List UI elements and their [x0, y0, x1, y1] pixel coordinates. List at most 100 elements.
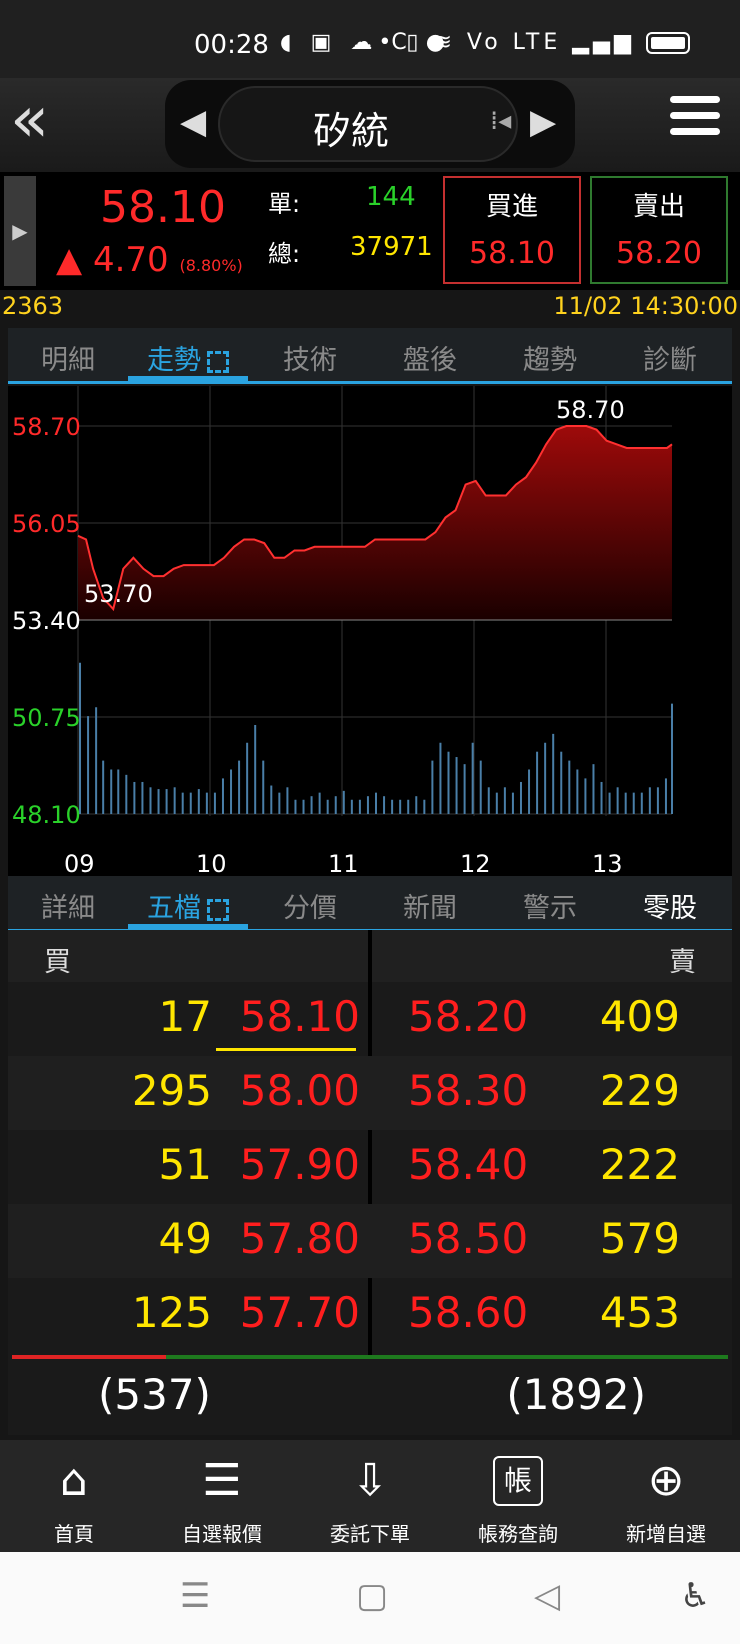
buy-price: 58.10 — [469, 236, 555, 271]
change-value: ▲ 4.70 — [56, 240, 169, 280]
bid-ratio-bar — [12, 1355, 166, 1359]
next-stock-icon[interactable]: ▶ — [530, 102, 556, 142]
single-volume-label: 單: — [268, 190, 301, 218]
tab-five-levels-label: 五檔 — [147, 893, 201, 924]
x-tick-label: 09 — [64, 850, 95, 876]
high-price-label: 58.70 — [556, 396, 625, 424]
nav-add-watchlist[interactable]: ⊕ 新增自選 — [592, 1440, 740, 1552]
chart-svg: 58.70 56.05 53.40 50.75 48.10 09 10 11 12 13 58.70… — [12, 386, 673, 878]
tab-details[interactable]: 明細 — [8, 338, 128, 377]
bottom-navigation: ⌂ 首頁 ☰ 自選報價 ⇩ 委託下單 帳 帳務查詢 ⊕ 新增自選 — [0, 1440, 740, 1552]
fullscreen-icon[interactable] — [207, 350, 229, 373]
order-book-row[interactable]: 49 57.80 58.50 579 — [8, 1204, 732, 1278]
tab-after-hours[interactable]: 盤後 — [370, 338, 490, 377]
change-percent: (8.80%) — [179, 256, 243, 275]
accessibility-icon[interactable]: ♿ — [680, 1576, 710, 1616]
buy-button[interactable]: 買進 58.10 — [443, 176, 581, 284]
active-tab-indicator — [128, 924, 248, 929]
x-tick-label: 12 — [460, 850, 491, 876]
y-tick-label: 53.40 — [12, 607, 81, 635]
quote-tabs: 詳細 五檔 分價 新聞 警示 零股 — [8, 876, 732, 932]
account-icon: 帳 — [493, 1456, 543, 1506]
drag-handle-icon[interactable]: ⁞◂ — [490, 106, 511, 136]
recent-apps-icon[interactable]: ☰ — [180, 1576, 210, 1616]
bid-price: 57.70 — [239, 1288, 360, 1337]
y-tick-label: 50.75 — [12, 704, 81, 732]
ask-qty: 229 — [599, 1066, 680, 1115]
tab-odd-lot[interactable]: 零股 — [610, 886, 730, 925]
tab-news[interactable]: 新聞 — [370, 886, 490, 925]
ask-qty: 222 — [599, 1140, 680, 1189]
quote-header: ▶ 58.10 ▲ 4.70 (8.80%) 單: 144 總: 37971 買… — [0, 172, 740, 290]
tab-trends[interactable]: 趨勢 — [490, 338, 610, 377]
app-screen: 00:28 ◖ ▣ ☁ C ● • ▯ ≋ Vo LTE ▂▄▆ « ◀ 矽統 … — [0, 0, 740, 1644]
order-book: 買 賣 17 58.10 58.20 409 295 58.00 58.30 2… — [8, 930, 732, 1435]
order-icon: ⇩ — [351, 1455, 389, 1506]
nav-home[interactable]: ⌂ 首頁 — [0, 1440, 148, 1552]
ask-qty: 409 — [599, 992, 680, 1041]
buy-label: 買進 — [485, 192, 538, 222]
bid-qty: 125 — [131, 1288, 212, 1337]
order-book-row[interactable]: 17 58.10 58.20 409 — [8, 982, 732, 1056]
tab-alerts[interactable]: 警示 — [490, 886, 610, 925]
signal-icon: • ▯ ≋ Vo LTE ▂▄▆ — [378, 30, 635, 55]
sell-price: 58.20 — [616, 236, 702, 271]
back-double-chevron-icon[interactable]: « — [10, 88, 80, 158]
watchlist-icon: ☰ — [202, 1455, 242, 1506]
y-tick-label: 56.05 — [12, 510, 81, 538]
tab-five-levels[interactable]: 五檔 — [128, 886, 248, 925]
prev-stock-icon[interactable]: ◀ — [180, 102, 206, 142]
y-tick-label: 48.10 — [12, 801, 81, 829]
ask-price: 58.20 — [408, 992, 529, 1041]
nav-account[interactable]: 帳 帳務查詢 — [444, 1440, 592, 1552]
nav-add-watchlist-label: 新增自選 — [626, 1522, 706, 1546]
tab-price-volume[interactable]: 分價 — [250, 886, 370, 925]
nav-account-label: 帳務查詢 — [478, 1522, 558, 1546]
chart-tabs: 明細 走勢 技術 盤後 趨勢 診斷 — [8, 328, 732, 384]
hamburger-menu-icon[interactable] — [670, 96, 720, 146]
system-status-icons: • ▯ ≋ Vo LTE ▂▄▆ — [378, 30, 690, 55]
bid-qty: 295 — [131, 1066, 212, 1115]
tab-trend-label: 走勢 — [147, 345, 201, 376]
sell-label: 賣出 — [632, 192, 685, 222]
bid-qty: 17 — [158, 992, 212, 1041]
y-tick-label: 58.70 — [12, 413, 81, 441]
sell-button[interactable]: 賣出 58.20 — [590, 176, 728, 284]
x-tick-label: 11 — [328, 850, 359, 876]
single-volume: 144 — [366, 182, 416, 212]
x-tick-label: 13 — [592, 850, 623, 876]
order-book-row[interactable]: 295 58.00 58.30 229 — [8, 1056, 732, 1130]
stock-name[interactable]: 矽統 — [218, 100, 484, 155]
status-bar: 00:28 ◖ ▣ ☁ C ● • ▯ ≋ Vo LTE ▂▄▆ — [0, 0, 740, 78]
last-price: 58.10 — [100, 182, 226, 233]
status-time: 00:28 — [194, 30, 269, 60]
back-button-icon[interactable]: ◁ — [534, 1576, 560, 1616]
bid-qty: 49 — [158, 1214, 212, 1263]
ask-price: 58.40 — [408, 1140, 529, 1189]
nav-order[interactable]: ⇩ 委託下單 — [296, 1440, 444, 1552]
ask-price: 58.50 — [408, 1214, 529, 1263]
order-book-row[interactable]: 125 57.70 58.60 453 — [8, 1278, 732, 1352]
order-book-row[interactable]: 51 57.90 58.40 222 — [8, 1130, 732, 1204]
active-tab-indicator — [128, 376, 248, 381]
ask-ratio-bar — [166, 1355, 728, 1359]
ask-qty: 579 — [599, 1214, 680, 1263]
low-price-label: 53.70 — [84, 580, 153, 608]
bid-price: 57.90 — [239, 1140, 360, 1189]
tab-info[interactable]: 詳細 — [8, 886, 128, 925]
tab-diagnosis[interactable]: 診斷 — [610, 338, 730, 377]
price-change: ▲ 4.70 (8.80%) — [56, 240, 243, 280]
ask-price: 58.60 — [408, 1288, 529, 1337]
fullscreen-icon[interactable] — [207, 898, 229, 921]
quote-datetime: 11/02 14:30:00 — [553, 292, 738, 320]
tab-trend[interactable]: 走勢 — [128, 338, 248, 377]
total-volume: 37971 — [350, 232, 433, 262]
home-button-icon[interactable]: ▢ — [356, 1576, 388, 1616]
battery-icon — [646, 32, 690, 54]
expand-side-icon[interactable]: ▶ — [4, 176, 36, 286]
bid-total: (537) — [98, 1370, 211, 1419]
nav-watchlist-label: 自選報價 — [182, 1522, 262, 1546]
nav-watchlist[interactable]: ☰ 自選報價 — [148, 1440, 296, 1552]
bid-price: 58.10 — [239, 992, 360, 1041]
tab-technical[interactable]: 技術 — [250, 338, 370, 377]
